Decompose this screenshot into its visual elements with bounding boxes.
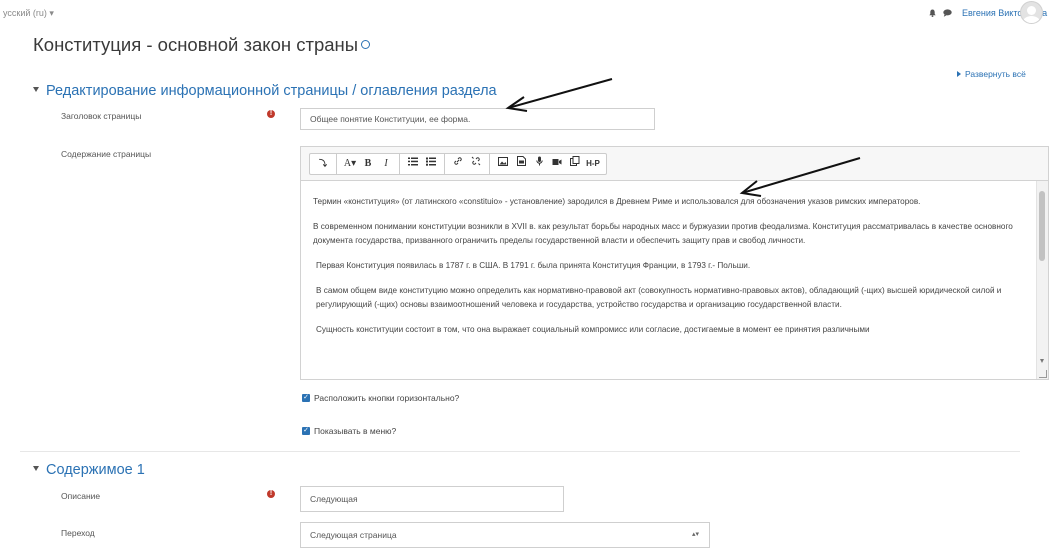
annotation-arrows [505, 78, 861, 197]
arrow-to-content-icon [739, 157, 861, 197]
arrow-to-title-icon [505, 78, 613, 112]
